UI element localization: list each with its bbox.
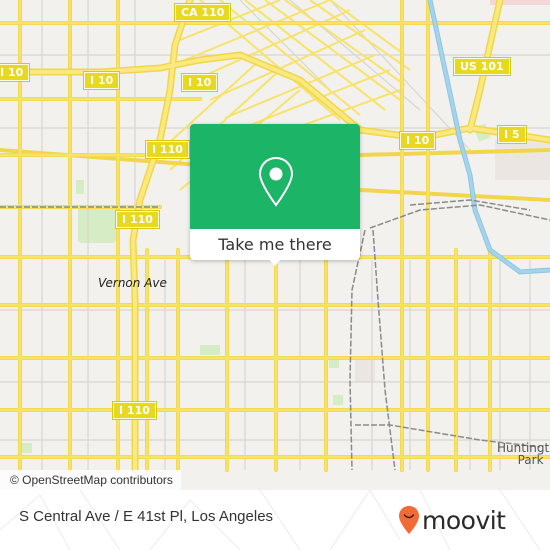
map-view[interactable]: CA 110 I 10 I 10 I 10 US 101 I 10 I 5 I … — [0, 0, 550, 490]
highway-shield-i10: I 10 — [0, 64, 30, 81]
highway-shield-i110: I 110 — [116, 211, 159, 228]
location-pin-icon — [258, 156, 294, 207]
location-popup: Take me there — [190, 124, 360, 266]
map-attribution[interactable]: © OpenStreetMap contributors — [0, 470, 181, 490]
popup-pointer — [268, 258, 282, 266]
industrial-area — [495, 140, 550, 180]
moovit-logo[interactable]: moovit — [398, 504, 506, 536]
footer-bar: S Central Ave / E 41st Pl, Los Angeles m… — [0, 490, 550, 550]
highway-shield-i10: I 10 — [400, 132, 436, 149]
stop-address: S Central Ave / E 41st Pl, Los Angeles — [19, 508, 274, 525]
popup-header — [190, 124, 360, 229]
place-label-huntington-park: Huntington Park — [497, 442, 550, 466]
highway-shield-ca110: CA 110 — [175, 4, 231, 21]
highway-shield-i10: I 10 — [84, 72, 120, 89]
take-me-there-button[interactable]: Take me there — [190, 229, 360, 260]
highway-shield-us101: US 101 — [454, 58, 510, 75]
place-label-line: Park — [517, 453, 544, 467]
highway-shield-i5: I 5 — [498, 126, 526, 143]
highway-shield-i110: I 110 — [113, 402, 156, 419]
moovit-wordmark: moovit — [422, 505, 506, 535]
attribution-text[interactable]: © OpenStreetMap contributors — [10, 473, 173, 487]
place-label-vernon-ave: Vernon Ave — [98, 276, 167, 290]
highway-shield-i10: I 10 — [182, 74, 218, 91]
highway-shield-i110: I 110 — [146, 141, 189, 158]
moovit-pin-icon — [399, 506, 419, 534]
